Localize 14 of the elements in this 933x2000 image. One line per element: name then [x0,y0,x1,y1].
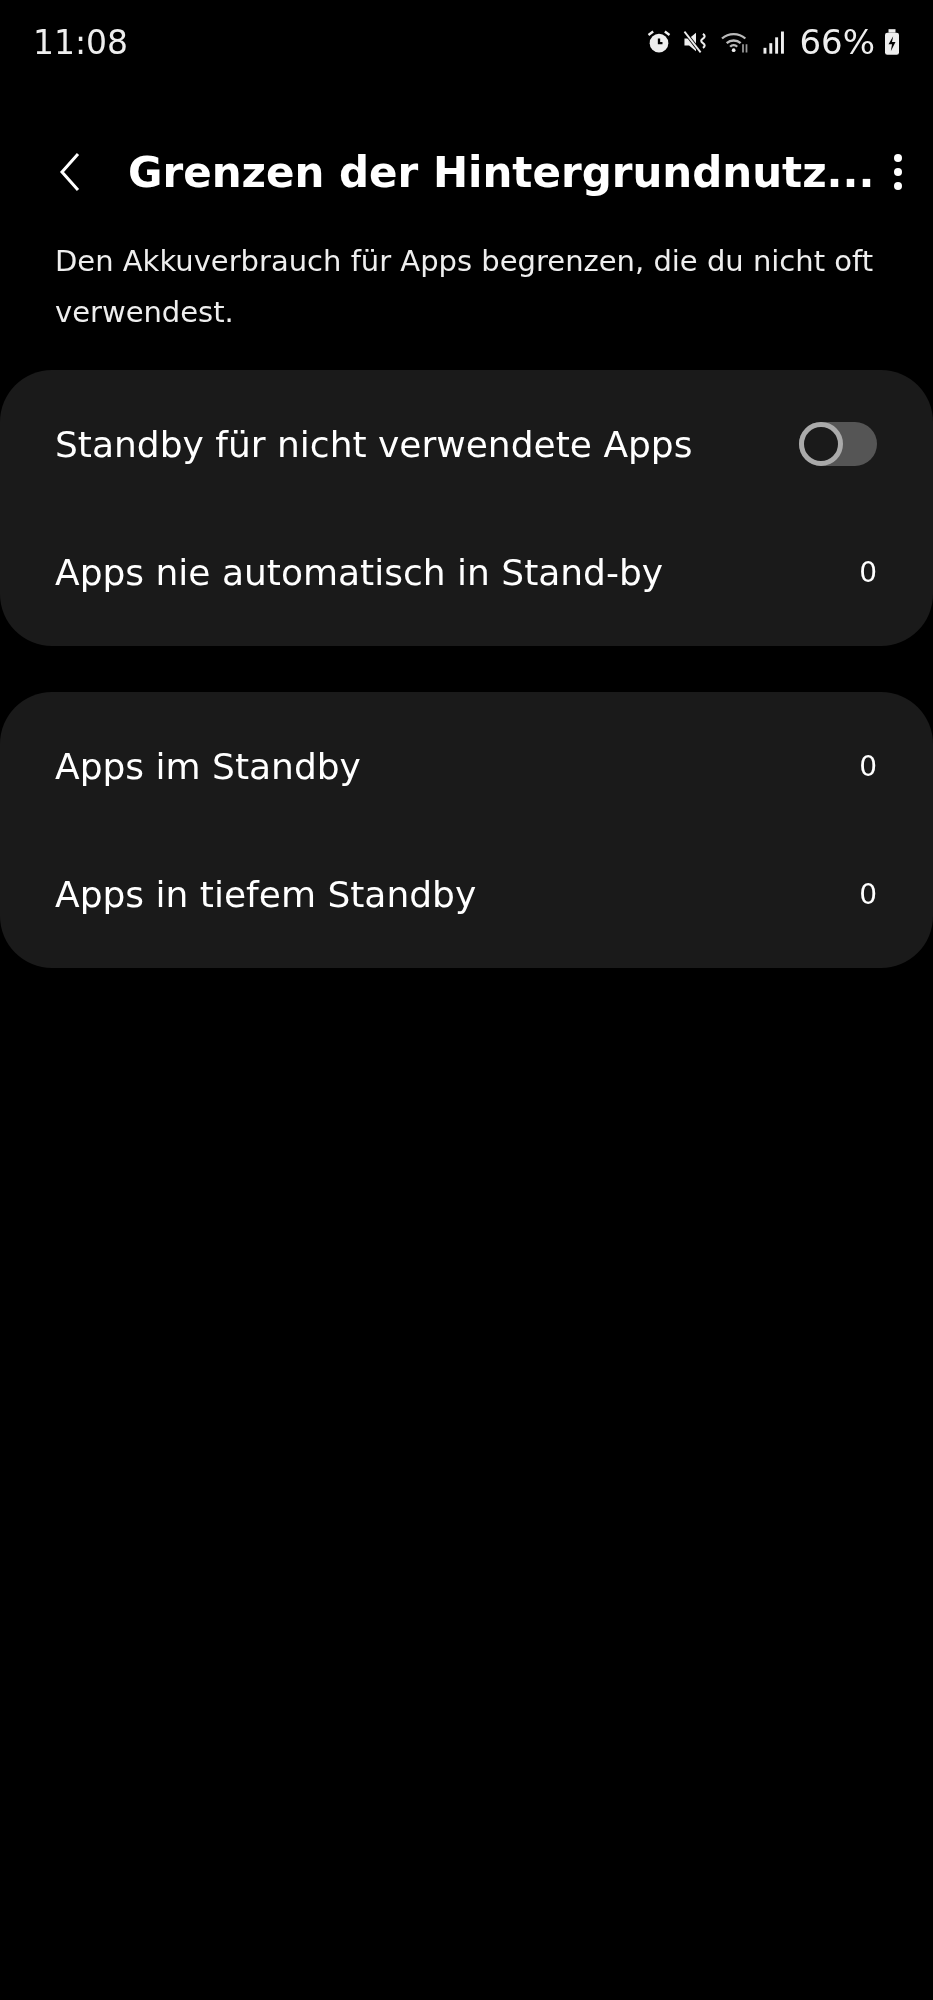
status-time: 11:08 [33,22,129,62]
page-title: Grenzen der Hintergrundnutz... [128,147,876,197]
setting-label[interactable]: Apps in tiefem Standby [55,873,477,915]
setting-label[interactable]: Apps im Standby [55,745,361,787]
app-count: 0 [859,877,877,911]
battery-charging-icon [883,28,901,56]
app-count: 0 [859,749,877,783]
app-count: 0 [859,555,877,589]
description-text: Den Akkuverbrauch für Apps begrenzen, die du nicht oft verwendest. [55,243,875,331]
setting-label[interactable]: Apps nie automatisch in Stand-by [55,551,664,593]
toggle-switch[interactable] [799,422,877,466]
more-options-icon[interactable] [893,152,903,192]
battery-percent: 66% [799,22,875,62]
setting-label[interactable]: Standby für nicht verwendete Apps [55,423,693,465]
